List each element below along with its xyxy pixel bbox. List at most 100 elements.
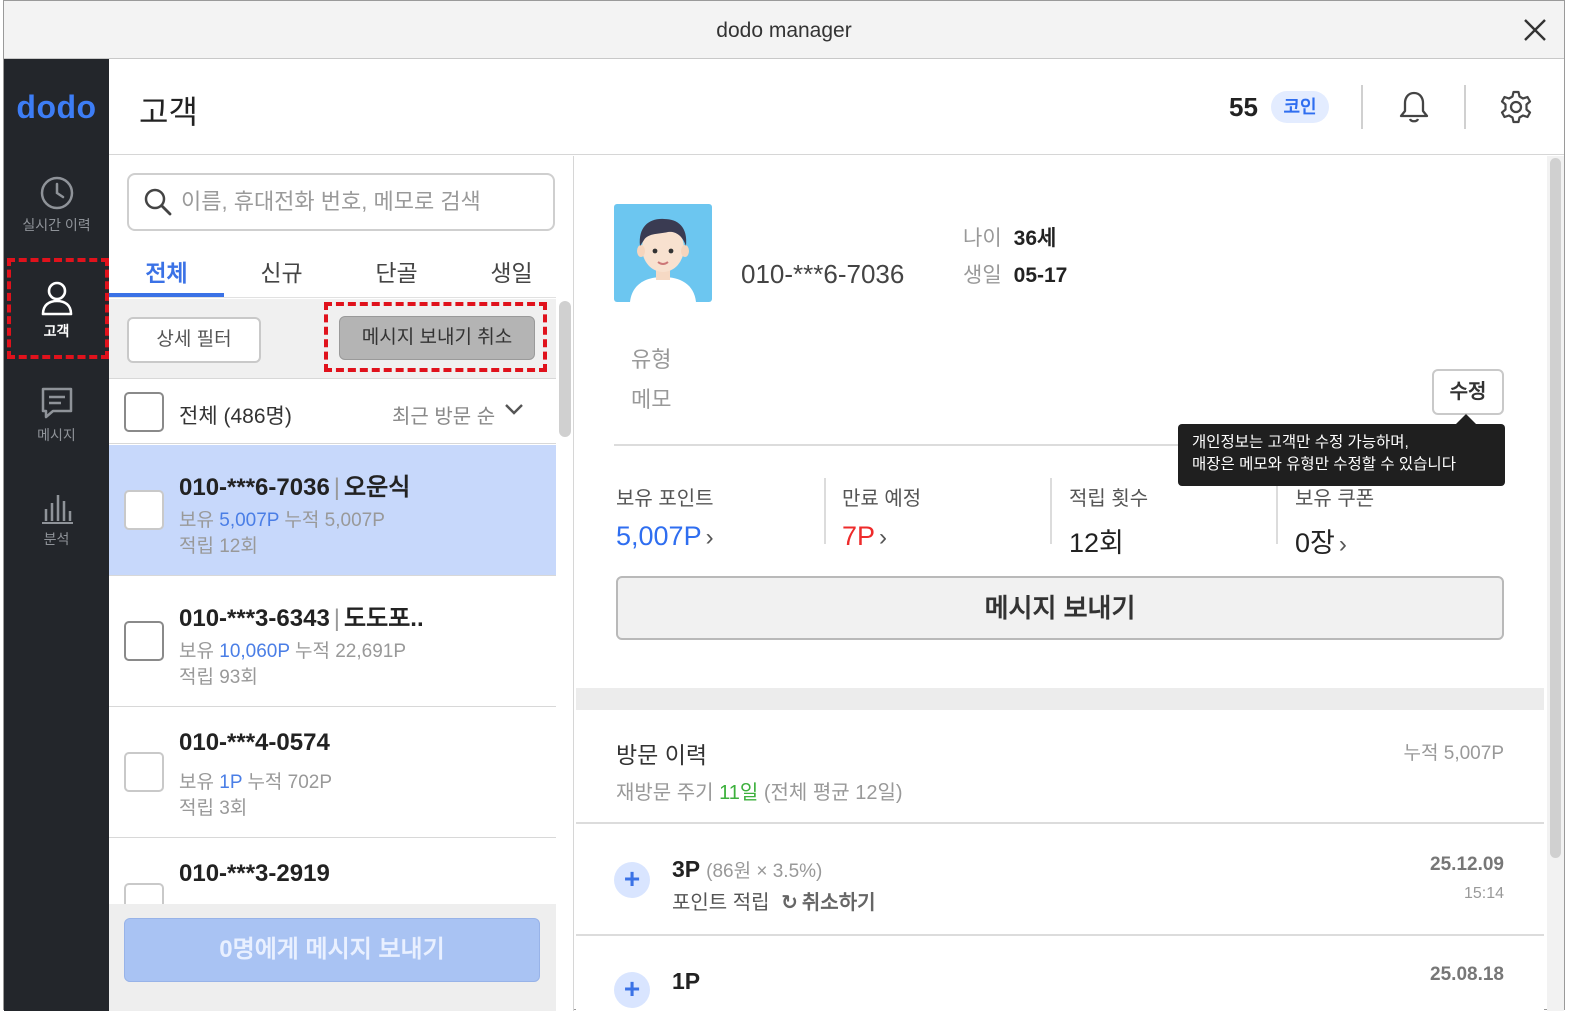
tooltip-line: 개인정보는 고객만 수정 가능하며, bbox=[1192, 434, 1409, 451]
bell-icon[interactable] bbox=[1396, 89, 1432, 125]
sidebar-item-realtime[interactable]: 실시간 이력 bbox=[4, 175, 109, 275]
filter-bar: 상세 필터 메시지 보내기 취소 bbox=[109, 299, 556, 379]
total-points: 누적 22,691P bbox=[294, 641, 407, 662]
cancel-message-button[interactable]: 메시지 보내기 취소 bbox=[339, 316, 535, 360]
stat-label: 적립 횟수 bbox=[1069, 488, 1149, 510]
sidebar-item-label: 실시간 이력 bbox=[22, 217, 91, 233]
search-input[interactable] bbox=[181, 185, 541, 219]
customer-phone-name: 010-***3-6343 | 도도포.. bbox=[179, 605, 424, 632]
hold-points: 5,007P bbox=[219, 510, 280, 531]
person-icon bbox=[41, 281, 72, 316]
gear-icon[interactable] bbox=[1498, 89, 1534, 125]
bar-chart-icon bbox=[41, 495, 73, 524]
customer-avatar bbox=[614, 204, 712, 302]
age-value: 36세 bbox=[1013, 227, 1057, 250]
earn-count: 적립 12회 bbox=[179, 536, 258, 557]
stat-divider bbox=[824, 478, 826, 544]
history-points: 3P (86원 × 3.5%) bbox=[672, 856, 823, 882]
coin-count: 55 bbox=[1229, 92, 1258, 122]
visit-history-title: 방문 이력 bbox=[616, 742, 708, 768]
customer-row[interactable]: 010-***4-0574 보유 1P 누적 702P 적립 3회 bbox=[109, 707, 556, 838]
detail-filter-button[interactable]: 상세 필터 bbox=[127, 317, 261, 363]
chevron-right-icon: › bbox=[705, 524, 714, 551]
row-checkbox[interactable] bbox=[124, 490, 164, 530]
sort-dropdown[interactable]: 최근 방문 순 bbox=[392, 400, 495, 429]
customer-detail-panel: 010-***6-7036 나이 36세 생일 05-17 유형 메모 수정 보유 … bbox=[576, 156, 1544, 1011]
customer-phone-name: 010-***6-7036 | 오운식 bbox=[179, 474, 411, 501]
tab-regular[interactable]: 단골 bbox=[339, 254, 454, 288]
clock-icon bbox=[40, 176, 73, 210]
list-header: 전체 (486명) 최근 방문 순 bbox=[109, 380, 556, 444]
hold-label: 보유 bbox=[179, 641, 214, 662]
section-separator bbox=[576, 688, 1544, 710]
chat-icon bbox=[41, 387, 72, 419]
chevron-down-icon[interactable] bbox=[504, 402, 524, 416]
detail-scrollbar[interactable] bbox=[1547, 156, 1564, 1011]
plus-icon[interactable]: + bbox=[614, 862, 650, 898]
stat-label: 보유 쿠폰 bbox=[1295, 488, 1375, 510]
stat-earn-count: 적립 횟수 12회 bbox=[1069, 482, 1148, 560]
sidebar-item-analytics[interactable]: 분석 bbox=[4, 489, 109, 589]
app-window: dodo manager dodo 실시간 이력 고객 메시지 분석 고객 55… bbox=[3, 0, 1565, 1011]
send-message-button[interactable]: 메시지 보내기 bbox=[616, 576, 1504, 640]
undo-icon: ↻ bbox=[781, 892, 798, 914]
visit-total: 누적 5,007P bbox=[1403, 743, 1504, 764]
stat-expiring[interactable]: 만료 예정 7P › bbox=[842, 482, 921, 552]
stat-points[interactable]: 보유 포인트 5,007P › bbox=[616, 482, 714, 552]
detail-phone: 010-***6-7036 bbox=[741, 259, 905, 289]
customer-phone: 010-***3-2919 bbox=[179, 860, 330, 887]
undo-button[interactable]: ↻ 취소하기 bbox=[781, 892, 875, 914]
birthday-label: 생일 bbox=[963, 264, 1002, 287]
close-icon[interactable] bbox=[1522, 17, 1548, 43]
plus-icon[interactable]: + bbox=[614, 972, 650, 1008]
sidebar-item-customers[interactable]: 고객 bbox=[4, 279, 109, 379]
sidebar-item-messages[interactable]: 메시지 bbox=[4, 385, 109, 485]
earn-count: 적립 93회 bbox=[179, 667, 258, 688]
stat-value: 5,007P › bbox=[616, 521, 714, 551]
sidebar: dodo 실시간 이력 고객 메시지 분석 bbox=[4, 59, 109, 1011]
customer-name: 도도포.. bbox=[344, 605, 424, 632]
tab-all[interactable]: 전체 bbox=[109, 254, 224, 288]
tab-new[interactable]: 신규 bbox=[224, 254, 339, 288]
stat-divider bbox=[1050, 478, 1052, 544]
divider bbox=[576, 934, 1544, 936]
logo: dodo bbox=[16, 89, 97, 125]
coin-badge[interactable]: 코인 bbox=[1271, 91, 1329, 123]
hold-label: 보유 bbox=[179, 510, 214, 531]
header-divider bbox=[1464, 85, 1466, 129]
total-points: 누적 5,007P bbox=[284, 510, 385, 531]
search-icon bbox=[144, 188, 172, 216]
row-checkbox[interactable] bbox=[124, 621, 164, 661]
active-tab-indicator bbox=[109, 293, 224, 297]
row-checkbox[interactable] bbox=[124, 752, 164, 792]
edit-tooltip: 개인정보는 고객만 수정 가능하며, 매장은 메모와 유형만 수정할 수 있습니… bbox=[1178, 424, 1505, 486]
window-title: dodo manager bbox=[716, 19, 852, 42]
tab-birthday[interactable]: 생일 bbox=[454, 254, 569, 288]
customer-phone: 010-***6-7036 bbox=[179, 474, 330, 501]
send-bulk-message-button[interactable]: 0명에게 메시지 보내기 bbox=[124, 918, 540, 982]
customer-row[interactable]: 010-***3-6343 | 도도포.. 보유 10,060P 누적 22,691… bbox=[109, 576, 556, 707]
chevron-right-icon: › bbox=[879, 524, 888, 551]
stat-coupons[interactable]: 보유 쿠폰 0장 › bbox=[1295, 482, 1374, 560]
stat-value: 7P › bbox=[842, 521, 888, 551]
customer-tabs: 전체 신규 단골 생일 bbox=[109, 246, 556, 298]
select-all-checkbox[interactable] bbox=[124, 392, 164, 432]
list-scrollbar[interactable] bbox=[559, 301, 571, 437]
memo-label: 메모 bbox=[631, 387, 672, 412]
age-row: 나이 36세 bbox=[963, 222, 1056, 252]
customer-phone: 010-***4-0574 bbox=[179, 729, 330, 756]
customer-row[interactable]: 010-***6-7036 | 오운식 보유 5,007P 누적 5,007P 적립… bbox=[109, 445, 556, 576]
tooltip-line: 매장은 메모와 유형만 수정할 수 있습니다 bbox=[1192, 456, 1456, 473]
history-detail: (86원 × 3.5%) bbox=[706, 861, 823, 882]
customer-name: 오운식 bbox=[344, 474, 411, 501]
sidebar-item-label: 고객 bbox=[43, 323, 70, 339]
revisit-cycle: 재방문 주기 11일 (전체 평균 12일) bbox=[616, 782, 903, 804]
scrollbar-thumb[interactable] bbox=[1550, 158, 1561, 858]
age-label: 나이 bbox=[963, 227, 1002, 250]
edit-button[interactable]: 수정 bbox=[1432, 369, 1504, 415]
history-desc: 포인트 적립 ↻ 취소하기 bbox=[672, 892, 876, 914]
bulk-send-bar: 0명에게 메시지 보내기 bbox=[109, 904, 556, 1011]
header-divider bbox=[1361, 85, 1363, 129]
search-box bbox=[127, 173, 555, 231]
hold-label: 보유 bbox=[179, 772, 214, 793]
